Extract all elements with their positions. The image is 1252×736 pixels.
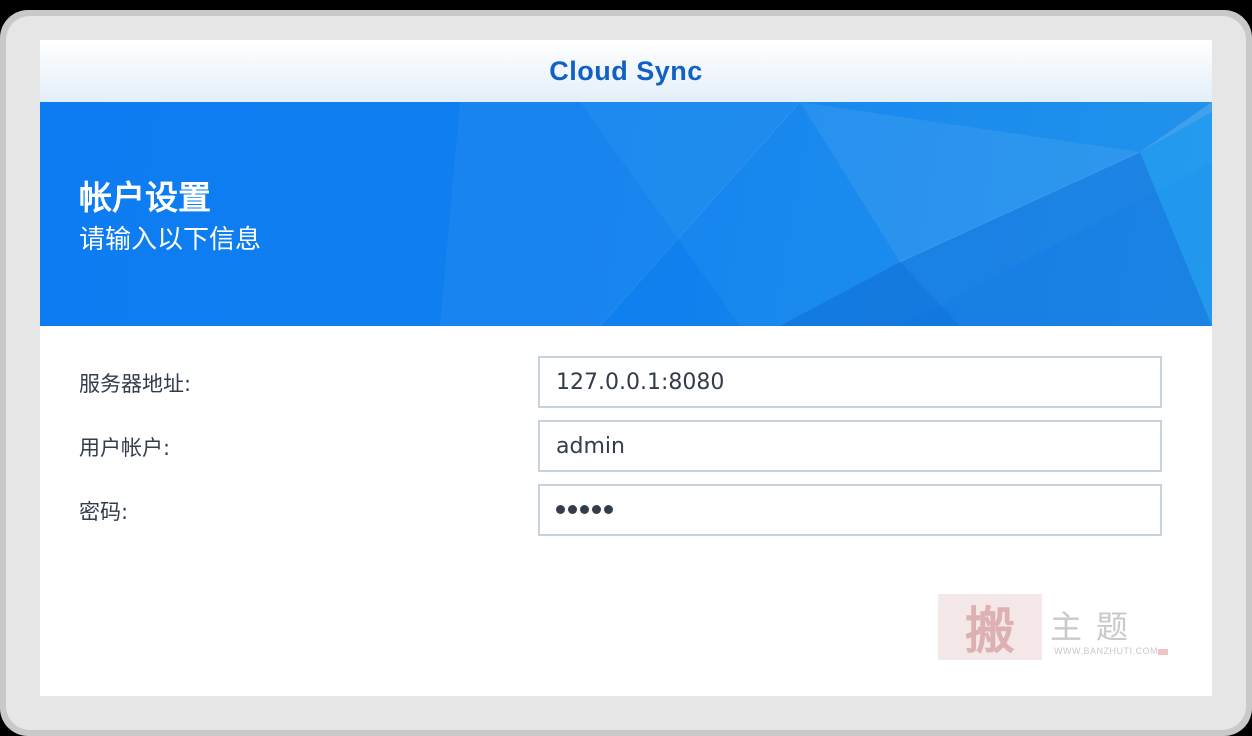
password-mask-dot: [592, 505, 601, 514]
header-banner: 帐户设置 请输入以下信息: [40, 102, 1212, 326]
password-input[interactable]: [538, 484, 1162, 536]
password-mask-dot: [556, 505, 565, 514]
user-account-row: 用户帐户:: [40, 420, 1212, 476]
user-account-label: 用户帐户:: [79, 436, 171, 460]
banner-background-graphic: [440, 102, 1212, 326]
title-bar: Cloud Sync: [40, 40, 1212, 103]
window-title: Cloud Sync: [549, 55, 703, 86]
watermark: 搬 主题 WWW.BANZHUTI.COM: [938, 594, 1170, 664]
watermark-url: WWW.BANZHUTI.COM: [1054, 646, 1158, 656]
user-account-input[interactable]: [538, 420, 1162, 472]
banner-subtitle: 请输入以下信息: [79, 225, 262, 255]
server-address-input[interactable]: [538, 356, 1162, 408]
password-mask-dot: [580, 505, 589, 514]
server-address-label: 服务器地址:: [79, 372, 192, 396]
banner-title: 帐户设置: [79, 178, 211, 217]
watermark-seal: 搬: [938, 594, 1042, 660]
cloud-sync-dialog: Cloud Sync 帐户设置 请输入以下信息 服务器地址: 用户帐户: 密码:: [40, 40, 1212, 696]
password-mask-dot: [568, 505, 577, 514]
watermark-decoration: [1158, 649, 1168, 655]
password-mask-dot: [604, 505, 613, 514]
password-label: 密码:: [79, 500, 129, 524]
server-address-row: 服务器地址:: [40, 356, 1212, 412]
password-row: 密码:: [40, 484, 1212, 540]
password-mask: [556, 501, 613, 514]
watermark-text: 主题: [1050, 608, 1143, 646]
